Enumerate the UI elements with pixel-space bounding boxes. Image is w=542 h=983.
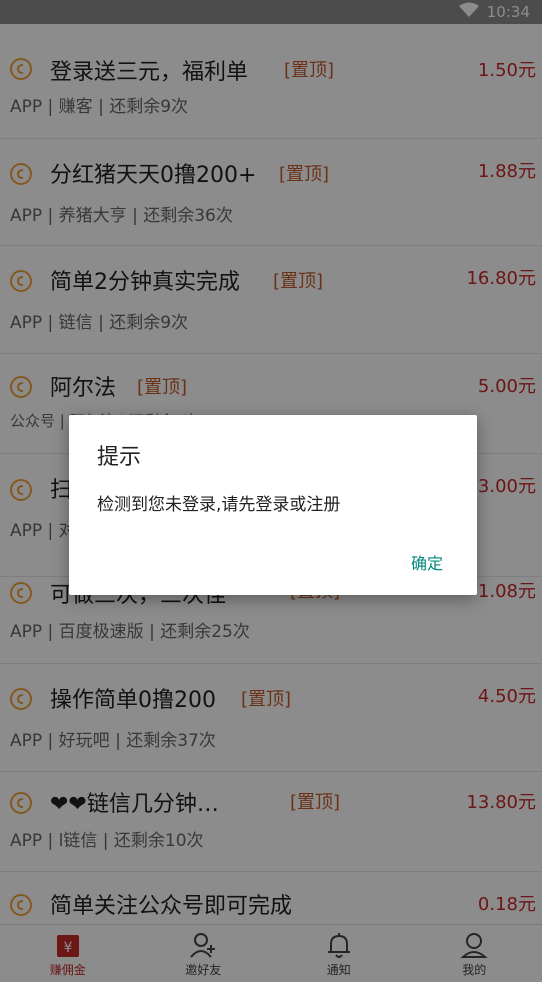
dialog-title: 提示 <box>97 439 141 471</box>
login-prompt-dialog: 提示 检测到您未登录,请先登录或注册 确定 <box>69 415 477 595</box>
confirm-button[interactable]: 确定 <box>411 550 443 574</box>
dialog-message: 检测到您未登录,请先登录或注册 <box>97 490 340 515</box>
